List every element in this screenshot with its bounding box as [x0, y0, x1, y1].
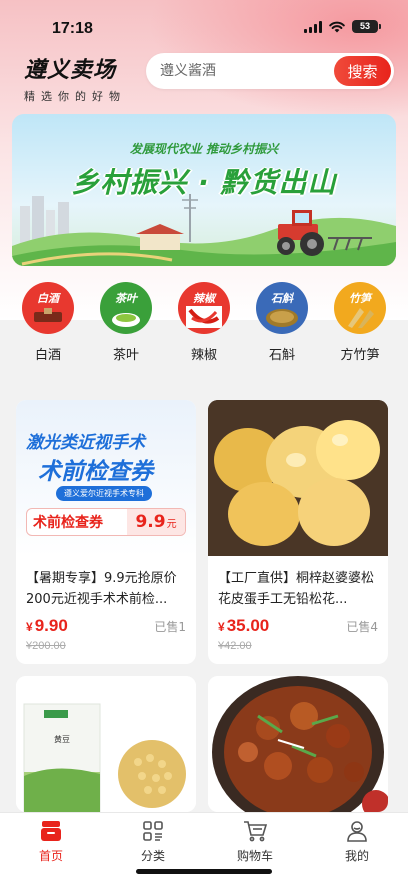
spicy-dish-image: [212, 676, 388, 812]
home-icon: [41, 821, 61, 841]
bag-label: 黄豆: [54, 735, 70, 744]
original-price: ¥200.00: [26, 640, 66, 652]
coupon-unit: 元: [166, 518, 177, 530]
category-label: 辣椒: [190, 348, 217, 363]
category-label: 方竹笋: [340, 348, 380, 363]
profile-icon: [347, 821, 367, 842]
sold-count: 已售4: [346, 620, 378, 634]
coupon-line2: 术前检查券: [38, 459, 153, 485]
coupon-tag: 遵义爱尔近视手术专科: [56, 486, 152, 501]
product-title: 【工厂直供】桐梓赵婆婆松花皮蛋手工无铅松花...: [218, 571, 375, 607]
cart-icon: [244, 821, 268, 842]
bamboo-shoot-icon: 竹笋: [334, 282, 386, 334]
category-icon: [143, 821, 163, 841]
product-card[interactable]: 黄豆: [16, 676, 196, 812]
status-bar: 17:18 53: [0, 0, 408, 44]
price-row: ¥9.90 已售1: [16, 612, 196, 636]
coupon-strip: 术前检查券 9.9 元: [26, 508, 186, 536]
dendrobium-icon: 石斛: [256, 282, 308, 334]
search-bar[interactable]: 搜索: [146, 53, 394, 89]
promo-banner[interactable]: 发展现代农业 推动乡村振兴 乡村振兴 · 黔货出山: [12, 114, 396, 266]
category-item-bamboo-shoot[interactable]: 竹笋 方竹笋: [332, 282, 388, 370]
category-label: 茶叶: [112, 348, 139, 363]
tea-icon: 茶叶: [100, 282, 152, 334]
tab-label: 我的: [344, 849, 369, 863]
category-label: 白酒: [34, 348, 61, 363]
category-row: 白酒 白酒 茶叶 茶叶 辣椒 辣椒 石斛 石斛 竹笋 方竹笋: [0, 282, 408, 370]
tab-label: 首页: [38, 849, 63, 863]
banner-subtitle: 发展现代农业 推动乡村振兴: [129, 142, 279, 156]
baijiu-icon: 白酒: [22, 282, 74, 334]
category-item-tea[interactable]: 茶叶 茶叶: [98, 282, 154, 370]
status-icons: 53: [304, 20, 381, 33]
logo-subtitle: 精选你的好物: [24, 90, 126, 103]
product-card[interactable]: [208, 676, 388, 812]
category-item-baijiu[interactable]: 白酒 白酒: [20, 282, 76, 370]
product-price: ¥9.90: [26, 616, 68, 635]
product-image: 黄豆: [16, 676, 196, 812]
soybean-image: [23, 703, 186, 812]
product-image: [208, 676, 388, 812]
product-card[interactable]: 【工厂直供】桐梓赵婆婆松花皮蛋手工无铅松花... ¥35.00 已售4 ¥42.…: [208, 400, 388, 664]
product-card[interactable]: 激光类近视手术 术前检查券 遵义爱尔近视手术专科 术前检查券 9.9 元 【暑期…: [16, 400, 196, 664]
search-input[interactable]: [146, 63, 334, 79]
logo-title: 遵义卖场: [24, 57, 117, 83]
search-button[interactable]: 搜索: [334, 56, 391, 86]
original-price: ¥42.00: [218, 640, 252, 652]
status-time: 17:18: [52, 20, 93, 37]
coupon-label: 术前检查券: [33, 515, 103, 531]
coupon-price: 9.9: [135, 512, 166, 532]
sold-count: 已售1: [154, 620, 186, 634]
wifi-icon: [329, 21, 345, 32]
price-row: ¥35.00 已售4: [208, 612, 388, 636]
product-title: 【暑期专享】9.9元抢原价200元近视手术术前检...: [26, 571, 177, 607]
preserved-egg-image: [208, 400, 388, 556]
chili-icon: 辣椒: [178, 282, 230, 334]
coupon-price-box: 9.9 元: [127, 509, 185, 535]
category-item-dendrobium[interactable]: 石斛 石斛: [254, 282, 310, 370]
signal-icon: [304, 20, 322, 33]
product-image: 激光类近视手术 术前检查券 遵义爱尔近视手术专科 术前检查券 9.9 元: [16, 400, 196, 556]
banner-landscape: [12, 194, 396, 266]
coupon-line1: 激光类近视手术: [26, 433, 145, 453]
category-item-chili[interactable]: 辣椒 辣椒: [176, 282, 232, 370]
category-label: 石斛: [268, 348, 295, 363]
tab-home[interactable]: 首页: [0, 813, 102, 883]
app-logo: 遵义卖场 精选你的好物: [24, 52, 136, 104]
tab-profile[interactable]: 我的: [306, 813, 408, 883]
tab-label: 购物车: [236, 849, 273, 863]
product-price: ¥35.00: [218, 616, 270, 635]
home-indicator: [136, 869, 272, 874]
tab-label: 分类: [140, 849, 165, 863]
product-image: [208, 400, 388, 556]
battery-icon: 53: [352, 20, 381, 33]
